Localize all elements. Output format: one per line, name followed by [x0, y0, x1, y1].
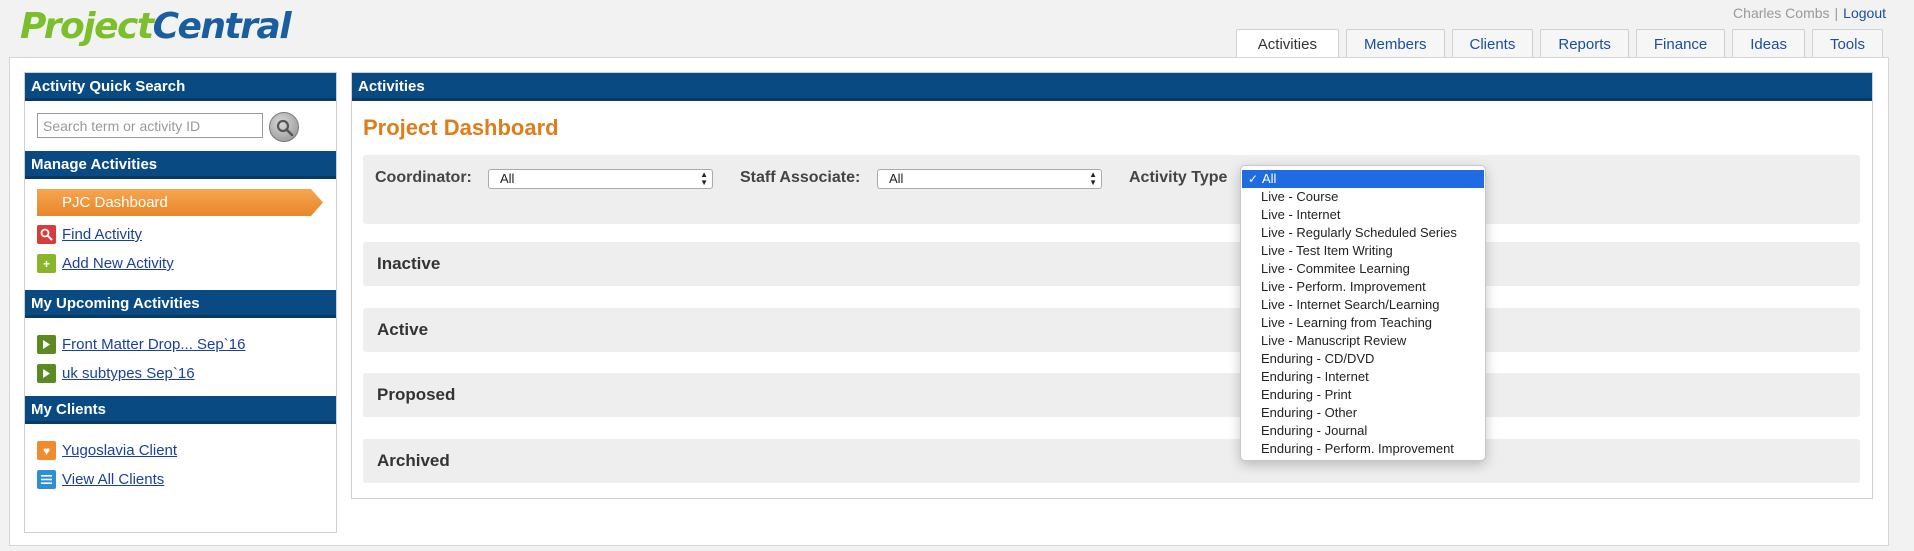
dropdown-option[interactable]: Live - Manuscript Review [1241, 332, 1485, 350]
checkmark-icon: ✓ [1248, 172, 1259, 186]
tab-members[interactable]: Members [1345, 29, 1445, 58]
dropdown-option[interactable]: Live - Test Item Writing [1241, 242, 1485, 260]
group-archived[interactable]: Archived [363, 439, 1860, 483]
coordinator-select[interactable]: All ▲ ▼ [488, 169, 713, 189]
dropdown-option[interactable]: Enduring - Other [1241, 404, 1485, 422]
dropdown-option[interactable]: Live - Commitee Learning [1241, 260, 1485, 278]
activity-type-dropdown[interactable]: ✓ All Live - Course Live - Internet Live … [1240, 165, 1486, 461]
tab-activities[interactable]: Activities [1235, 29, 1339, 58]
select-arrows-icon: ▲ ▼ [700, 170, 708, 187]
dropdown-option-selected[interactable]: ✓ All [1242, 170, 1484, 188]
tab-ideas[interactable]: Ideas [1732, 29, 1805, 58]
quick-search-row [25, 101, 336, 151]
coordinator-value: All [500, 171, 515, 186]
play-arrow-icon [37, 364, 56, 383]
list-icon [37, 470, 56, 489]
manage-activities-list: PJC Dashboard Find Activity + Add New Ac… [25, 179, 336, 290]
activity-type-label: Activity Type [1129, 169, 1228, 186]
dropdown-option[interactable]: Enduring - Journal [1241, 422, 1485, 440]
search-button[interactable] [269, 112, 299, 142]
select-arrows-icon: ▲ ▼ [1089, 170, 1097, 187]
find-magnifier-icon [37, 225, 56, 244]
sidebar: Activity Quick Search Manage Activities … [24, 72, 337, 533]
group-inactive[interactable]: Inactive [363, 242, 1860, 286]
staff-associate-label: Staff Associate: [740, 169, 861, 186]
upcoming-item: Front Matter Drop... Sep`16 [37, 330, 336, 359]
dropdown-option[interactable]: Enduring - Print [1241, 386, 1485, 404]
dropdown-option[interactable]: Enduring - Perform. Improvement [1241, 440, 1485, 458]
dropdown-option[interactable]: Enduring - CD/DVD [1241, 350, 1485, 368]
user-name: Charles Combs [1733, 5, 1830, 21]
main-panel: Activities Project Dashboard Coordinator… [351, 72, 1873, 499]
tab-finance[interactable]: Finance [1635, 29, 1726, 58]
dropdown-option[interactable]: Live - Internet Search/Learning [1241, 296, 1485, 314]
user-separator: | [1834, 5, 1839, 21]
play-arrow-icon [37, 335, 56, 354]
pjc-dashboard-label: PJC Dashboard [62, 194, 168, 211]
page-title: Project Dashboard [363, 115, 559, 140]
dropdown-option[interactable]: Enduring - Internet [1241, 368, 1485, 386]
dropdown-option[interactable]: Live - Regularly Scheduled Series [1241, 224, 1485, 242]
main-tabs: Activities Members Clients Reports Finan… [1229, 29, 1883, 58]
dropdown-option[interactable]: Live - Course [1241, 188, 1485, 206]
find-activity-item: Find Activity [37, 220, 336, 249]
my-clients-list: ♥ Yugoslavia Client View All Clients [25, 424, 336, 506]
add-activity-item: + Add New Activity [37, 249, 336, 278]
filter-bar: Coordinator: All ▲ ▼ Staff Associate: All… [363, 155, 1860, 224]
search-input[interactable] [37, 113, 263, 138]
user-bar: Charles Combs | Logout [1733, 5, 1886, 21]
activities-header: Activities [352, 73, 1872, 101]
dropdown-option[interactable]: Live - Learning from Teaching [1241, 314, 1485, 332]
quick-search-header: Activity Quick Search [25, 73, 336, 101]
view-all-clients-item: View All Clients [37, 465, 336, 494]
dropdown-option[interactable]: Live - Perform. Improvement [1241, 278, 1485, 296]
client-link[interactable]: Yugoslavia Client [62, 442, 177, 459]
upcoming-item: uk subtypes Sep`16 [37, 359, 336, 388]
group-active[interactable]: Active [363, 308, 1860, 352]
upcoming-activity-link[interactable]: uk subtypes Sep`16 [62, 365, 195, 382]
pjc-dashboard-item[interactable]: PJC Dashboard [37, 189, 323, 216]
staff-associate-value: All [889, 171, 904, 186]
magnifier-icon [276, 119, 294, 137]
staff-associate-select[interactable]: All ▲ ▼ [877, 169, 1102, 189]
manage-activities-header: Manage Activities [25, 151, 336, 179]
tab-tools[interactable]: Tools [1811, 29, 1883, 58]
dropdown-option[interactable]: Live - Internet [1241, 206, 1485, 224]
group-proposed[interactable]: Proposed [363, 373, 1860, 417]
coordinator-label: Coordinator: [375, 169, 472, 186]
view-all-clients-link[interactable]: View All Clients [62, 471, 164, 488]
client-item: ♥ Yugoslavia Client [37, 436, 336, 465]
add-new-activity-link[interactable]: Add New Activity [62, 255, 174, 272]
tab-clients[interactable]: Clients [1451, 29, 1534, 58]
upcoming-activities-header: My Upcoming Activities [25, 290, 336, 318]
heart-icon: ♥ [37, 441, 56, 460]
find-activity-link[interactable]: Find Activity [62, 226, 142, 243]
my-clients-header: My Clients [25, 396, 336, 424]
upcoming-activity-link[interactable]: Front Matter Drop... Sep`16 [62, 336, 245, 353]
upcoming-activities-list: Front Matter Drop... Sep`16 uk subtypes … [25, 318, 336, 396]
tab-reports[interactable]: Reports [1540, 29, 1629, 58]
logout-link[interactable]: Logout [1843, 5, 1886, 21]
plus-icon: + [37, 254, 56, 273]
app-logo[interactable]: ProjectCentral [20, 6, 292, 47]
